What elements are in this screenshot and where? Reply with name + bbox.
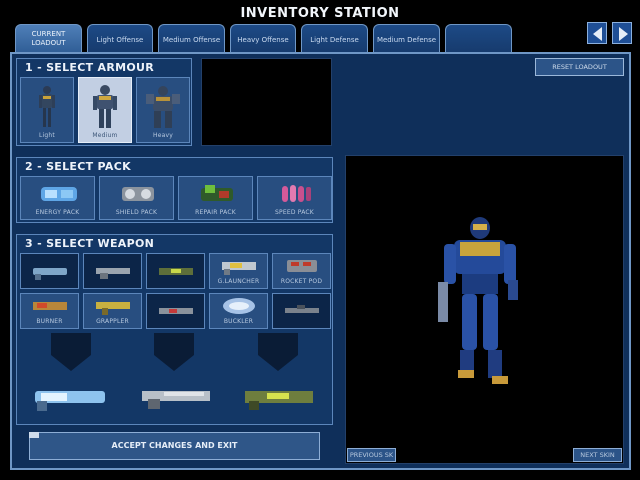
weapon-option[interactable] xyxy=(146,293,205,329)
weapon-label: BUCKLER xyxy=(223,318,254,325)
pack-option-shield[interactable]: SHIELD PACK xyxy=(99,176,174,220)
pack-option-energy[interactable]: ENERGY PACK xyxy=(20,176,95,220)
plasma-rifle-icon[interactable] xyxy=(241,383,317,413)
next-skin-button[interactable]: NEXT SKIN xyxy=(573,448,622,462)
tab-scroll-left-button[interactable] xyxy=(587,22,607,44)
armour-option-medium[interactable]: Medium xyxy=(78,77,132,143)
pack-title: 2 - SELECT PACK xyxy=(25,160,131,173)
pack-label: ENERGY PACK xyxy=(35,209,80,216)
plasma-rifle-icon xyxy=(159,268,193,275)
weapon-panel: 3 - SELECT WEAPON G.LAUNCHER ROCKET POD xyxy=(16,234,333,425)
grappler-icon xyxy=(96,302,130,315)
pack-label: REPAIR PACK xyxy=(195,209,236,216)
weapon-option-burner[interactable]: BURNER xyxy=(20,293,79,329)
spinfusor-icon[interactable] xyxy=(31,383,109,413)
weapon-option[interactable] xyxy=(20,253,79,289)
pack-option-repair[interactable]: REPAIR PACK xyxy=(178,176,253,220)
tab-light-offense[interactable]: Light Offense xyxy=(87,24,153,54)
weapon-option-buckler[interactable]: BUCKLER xyxy=(209,293,268,329)
chaingun-icon xyxy=(96,268,130,279)
weapon-option-g-launcher[interactable]: G.LAUNCHER xyxy=(209,253,268,289)
pack-panel: 2 - SELECT PACK ENERGY PACK SHIELD PACK … xyxy=(16,157,333,223)
armour-label: Heavy xyxy=(153,132,173,139)
tab-empty[interactable] xyxy=(445,24,512,54)
tab-label-line2: LOADOUT xyxy=(31,39,66,47)
arrow-left-icon xyxy=(593,27,602,41)
blaster-icon xyxy=(159,308,193,314)
weapon-option-rocket-pod[interactable]: ROCKET POD xyxy=(272,253,331,289)
speed-pack-icon xyxy=(282,185,311,202)
tab-light-defense[interactable]: Light Defense xyxy=(301,24,368,54)
reset-loadout-button[interactable]: RESET LOADOUT xyxy=(535,58,624,76)
character-viewport xyxy=(345,155,624,464)
accept-changes-button[interactable]: ACCEPT CHANGES AND EXIT xyxy=(29,432,320,460)
tab-heavy-offense[interactable]: Heavy Offense xyxy=(230,24,296,54)
arrow-right-icon xyxy=(619,27,628,41)
tab-current-loadout[interactable]: CURRENT LOADOUT xyxy=(15,24,82,54)
item-preview-box xyxy=(201,58,332,146)
chaingun-icon[interactable] xyxy=(138,383,214,413)
armour-label: Medium xyxy=(92,132,118,139)
weapon-title: 3 - SELECT WEAPON xyxy=(25,237,155,250)
buckler-icon xyxy=(223,298,255,314)
armour-option-heavy[interactable]: Heavy xyxy=(136,77,190,143)
tab-label-line1: CURRENT xyxy=(31,30,66,38)
armour-label: Light xyxy=(39,132,55,139)
tab-scroll-right-button[interactable] xyxy=(612,22,632,44)
player-character-model xyxy=(438,217,518,384)
shield-pack-icon xyxy=(122,187,154,201)
previous-skin-button[interactable]: PREVIOUS SK xyxy=(347,448,396,462)
page-title: INVENTORY STATION xyxy=(240,6,400,21)
slot-indicator-icon xyxy=(154,333,194,371)
weapon-option[interactable] xyxy=(146,253,205,289)
light-armour-icon xyxy=(39,86,55,127)
grenade-launcher-icon xyxy=(222,262,256,275)
medium-armour-icon xyxy=(93,85,117,128)
pack-label: SHIELD PACK xyxy=(115,209,158,216)
sniper-icon xyxy=(285,305,319,313)
armour-option-light[interactable]: Light xyxy=(20,77,74,143)
weapon-label: ROCKET POD xyxy=(280,278,323,285)
weapon-label: BURNER xyxy=(36,318,63,325)
weapon-label: GRAPPLER xyxy=(96,318,129,325)
slot-indicator-icon xyxy=(51,333,91,371)
heavy-armour-icon xyxy=(146,86,180,128)
weapon-label: G.LAUNCHER xyxy=(217,278,260,285)
burner-icon xyxy=(33,302,67,310)
pack-label: SPEED PACK xyxy=(275,209,314,216)
armour-panel: 1 - SELECT ARMOUR Light Medium Heavy xyxy=(16,58,192,146)
weapon-option[interactable] xyxy=(272,293,331,329)
tab-medium-offense[interactable]: Medium Offense xyxy=(158,24,225,54)
armour-title: 1 - SELECT ARMOUR xyxy=(25,61,155,74)
weapon-option-grappler[interactable]: GRAPPLER xyxy=(83,293,142,329)
pack-option-speed[interactable]: SPEED PACK xyxy=(257,176,332,220)
spinfusor-icon xyxy=(33,268,67,280)
repair-pack-icon xyxy=(201,185,233,201)
rocket-pod-icon xyxy=(287,260,317,272)
energy-pack-icon xyxy=(41,187,77,201)
weapon-option[interactable] xyxy=(83,253,142,289)
slot-indicator-icon xyxy=(258,333,298,371)
tab-medium-defense[interactable]: Medium Defense xyxy=(373,24,440,54)
